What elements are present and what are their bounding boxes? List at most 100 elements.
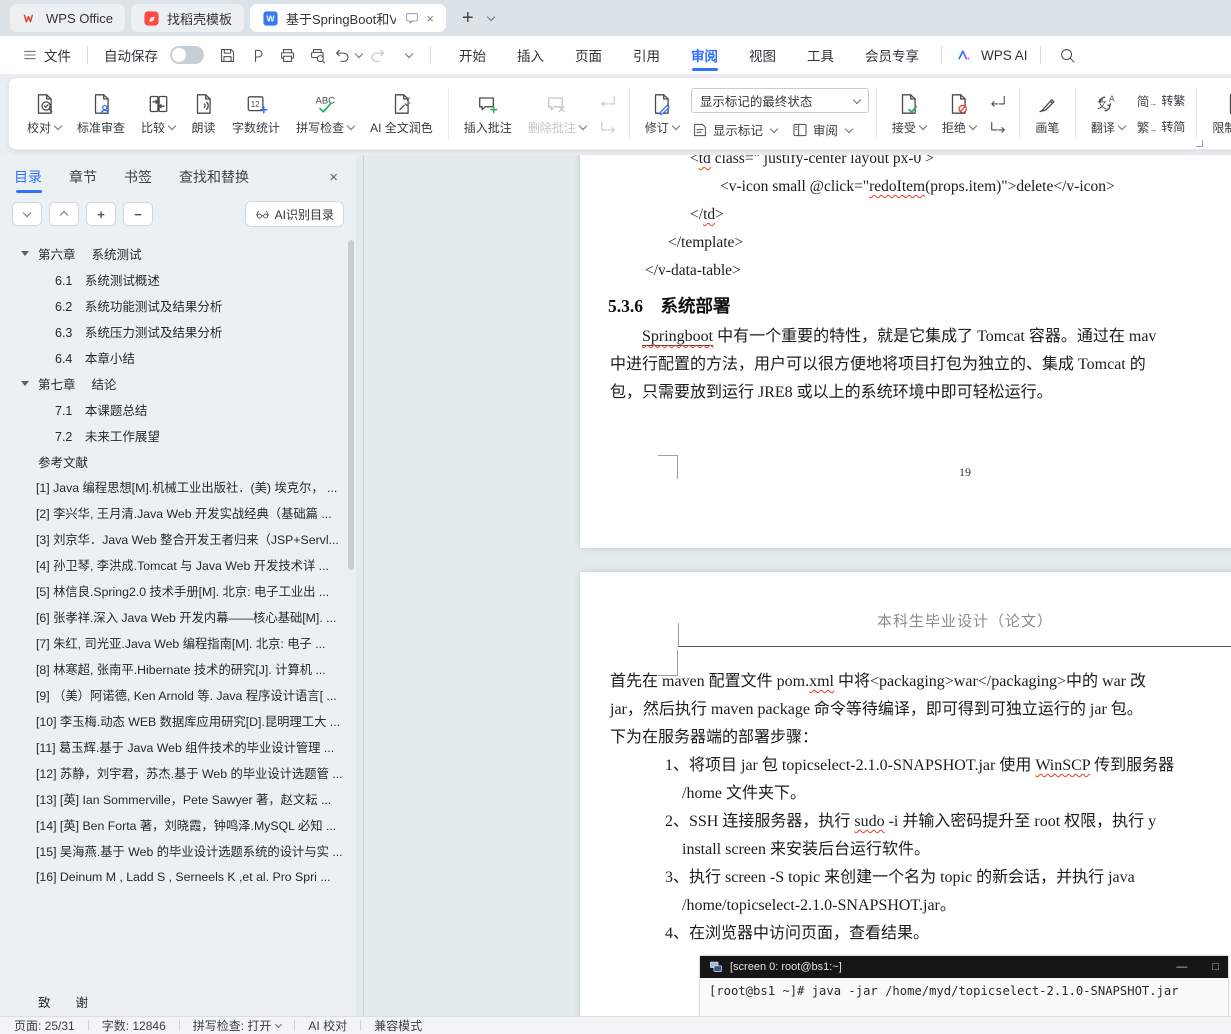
dialog-launcher-icon[interactable] <box>1196 140 1203 147</box>
menu-item-6[interactable]: 工具 <box>805 37 836 73</box>
toc-zoom-in-button[interactable]: + <box>86 202 116 226</box>
toc-item[interactable]: [16] Deinum M , Ladd S , Serneels K ,et … <box>0 864 346 890</box>
toc-item[interactable]: [11] 葛玉辉.基于 Java Web 组件技术的毕业设计管理 ... <box>0 734 346 760</box>
spell-check-status[interactable]: 拼写检查: 打开 <box>193 1017 272 1034</box>
tab-wps-office[interactable]: WPS Office <box>10 4 125 32</box>
menu-item-4[interactable]: 审阅 <box>689 37 720 73</box>
toc-item-acknowledgements[interactable]: 致 谢 <box>38 992 88 1011</box>
search-button[interactable] <box>1053 42 1083 68</box>
to-simplified-button[interactable]: 繁→转简 <box>1137 117 1186 136</box>
markup-state-select[interactable]: 显示标记的最终状态 <box>691 88 869 113</box>
chat-icon[interactable] <box>404 10 420 26</box>
toc-collapse-button[interactable] <box>49 202 79 226</box>
compare-icon <box>146 92 171 116</box>
toc-item[interactable]: 参考文献 <box>0 448 346 474</box>
prev-change-button[interactable] <box>986 91 1010 111</box>
document-page-19[interactable]: <td class=" justify-center layout px-0 >… <box>580 155 1231 548</box>
toc-item[interactable]: 7.1 本课题总结 <box>0 396 346 422</box>
sidebar-close-icon[interactable]: × <box>325 167 342 188</box>
toc-item[interactable]: [4] 孙卫琴, 李洪成.Tomcat 与 Java Web 开发技术详 ... <box>0 552 346 578</box>
print-preview-button[interactable] <box>302 42 332 68</box>
toc-item[interactable]: [8] 林寒超, 张南平.Hibernate 技术的研究[J]. 计算机 ... <box>0 656 346 682</box>
reject-button[interactable]: 拒绝 <box>934 87 984 141</box>
autosave-control[interactable]: 自动保存 <box>96 45 212 65</box>
sidebar-tab-find-replace[interactable]: 查找和替换 <box>179 156 249 198</box>
read-aloud-button[interactable]: 朗读 <box>183 87 224 141</box>
toc-item[interactable]: [12] 苏静，刘宇君，苏杰.基于 Web 的毕业设计选题管 ... <box>0 760 346 786</box>
standard-review-button[interactable]: 标准审查 <box>69 87 133 141</box>
toc-item[interactable]: 6.2 系统功能测试及结果分析 <box>0 292 346 318</box>
tab-current-document[interactable]: W 基于SpringBoot和VUE的学生 × <box>250 4 446 32</box>
word-count-button[interactable]: 12字数统计 <box>224 87 288 141</box>
spell-check-button[interactable]: ABC拼写检查 <box>288 87 362 141</box>
toc-expand-button[interactable] <box>12 202 42 226</box>
toc-item[interactable]: 6.4 本章小结 <box>0 344 346 370</box>
word-count-indicator[interactable]: 字数: 12846 <box>102 1017 166 1034</box>
ai-polish-button[interactable]: AI 全文润色 <box>362 87 441 141</box>
toc-item[interactable]: [7] 朱红, 司光亚.Java Web 编程指南[M]. 北京: 电子 ... <box>0 630 346 656</box>
expand-triangle-icon[interactable] <box>21 251 29 256</box>
menu-item-3[interactable]: 引用 <box>631 37 662 73</box>
insert-comment-button[interactable]: 插入批注 <box>456 87 520 141</box>
review-pane-button[interactable]: 审阅 <box>791 120 852 139</box>
toc-item[interactable]: [15] 吴海燕.基于 Web 的毕业设计选题系统的设计与实 ... <box>0 838 346 864</box>
pen-button[interactable]: 画笔 <box>1027 87 1068 141</box>
toc-item[interactable]: [6] 张孝祥.深入 Java Web 开发内幕——核心基础[M]. ... <box>0 604 346 630</box>
to-traditional-button[interactable]: 简→转繁 <box>1137 91 1186 110</box>
print-button[interactable] <box>272 42 302 68</box>
toc-item[interactable]: [5] 林信良.Spring2.0 技术手册[M]. 北京: 电子工业出 ... <box>0 578 346 604</box>
toc-item[interactable]: 6.3 系统压力测试及结果分析 <box>0 318 346 344</box>
redo-button[interactable] <box>362 42 392 68</box>
next-change-button[interactable] <box>986 117 1010 137</box>
menu-item-5[interactable]: 视图 <box>747 37 778 73</box>
toc-chapter-item[interactable]: 第六章 系统测试 <box>0 240 346 266</box>
autosave-toggle[interactable] <box>170 46 204 64</box>
ai-recognize-toc-button[interactable]: AI识别目录 <box>245 201 344 227</box>
accept-button[interactable]: 接受 <box>884 87 934 141</box>
compare-button[interactable]: 比较 <box>133 87 183 141</box>
close-tab-icon[interactable]: × <box>426 11 434 26</box>
toc-item[interactable]: [13] [英] Ian Sommerville，Pete Sawyer 著，赵… <box>0 786 346 812</box>
toc-item[interactable]: [3] 刘京华．Java Web 整合开发王者归来（JSP+Servl... <box>0 526 346 552</box>
sidebar-scrollbar[interactable] <box>348 240 354 570</box>
more-commands-button[interactable] <box>392 42 422 68</box>
menu-item-1[interactable]: 插入 <box>515 37 546 73</box>
sidebar-tab-toc[interactable]: 目录 <box>14 156 42 198</box>
toc-item[interactable]: [2] 李兴华, 王月清.Java Web 开发实战经典（基础篇 ... <box>0 500 346 526</box>
show-markup-button[interactable]: 显示标记 <box>691 120 777 139</box>
page-indicator[interactable]: 页面: 25/31 <box>14 1017 75 1034</box>
tab-docer-templates[interactable]: 找稻壳模板 <box>131 4 244 32</box>
export-pdf-button[interactable] <box>242 42 272 68</box>
undo-button[interactable] <box>332 42 362 68</box>
document-canvas[interactable]: <td class=" justify-center layout px-0 >… <box>364 155 1231 1016</box>
menu-item-2[interactable]: 页面 <box>573 37 604 73</box>
tab-list-chevron-icon[interactable] <box>486 13 494 21</box>
sidebar-tab-chapters[interactable]: 章节 <box>69 156 97 198</box>
toc-chapter-item[interactable]: 第七章 结论 <box>0 370 346 396</box>
menu-item-7[interactable]: 会员专享 <box>863 37 921 73</box>
delete-comment-button[interactable]: 删除批注 <box>520 87 594 141</box>
translate-button[interactable]: 文A翻译 <box>1083 87 1133 141</box>
new-tab-button[interactable]: + <box>462 8 474 28</box>
wps-ai-button[interactable]: WPS AI <box>956 46 1028 65</box>
document-page-20[interactable]: 本科生毕业设计（论文） 首先在 maven 配置文件 pom.xml 中将<pa… <box>580 572 1231 1016</box>
toc-item[interactable]: [9] （美）阿诺德, Ken Arnold 等. Java 程序设计语言[ .… <box>0 682 346 708</box>
spell-check-icon: ABC <box>313 92 338 116</box>
restrict-edit-button[interactable]: 限制编辑 <box>1204 87 1231 141</box>
toc-item[interactable]: 7.2 未来工作展望 <box>0 422 346 448</box>
menu-item-0[interactable]: 开始 <box>457 37 488 73</box>
prev-comment-button[interactable] <box>596 91 620 111</box>
toc-item[interactable]: [14] [英] Ben Forta 著，刘晓霞，钟鸣泽.MySQL 必知 ..… <box>0 812 346 838</box>
proofread-button[interactable]: 校对 <box>19 87 69 141</box>
toc-item[interactable]: [10] 李玉梅.动态 WEB 数据库应用研究[D].昆明理工大 ... <box>0 708 346 734</box>
save-button[interactable] <box>212 42 242 68</box>
sidebar-tab-bookmarks[interactable]: 书签 <box>124 156 152 198</box>
toc-item[interactable]: [1] Java 编程思想[M].机械工业出版社．(美) 埃克尔， ... <box>0 474 346 500</box>
toc-zoom-out-button[interactable]: − <box>123 202 153 226</box>
file-menu-button[interactable]: 文件 <box>14 45 79 65</box>
ai-proofread-status[interactable]: AI 校对 <box>308 1017 347 1034</box>
track-changes-button[interactable]: 修订 <box>637 87 687 141</box>
next-comment-button[interactable] <box>596 117 620 137</box>
expand-triangle-icon[interactable] <box>21 381 29 386</box>
toc-item[interactable]: 6.1 系统测试概述 <box>0 266 346 292</box>
